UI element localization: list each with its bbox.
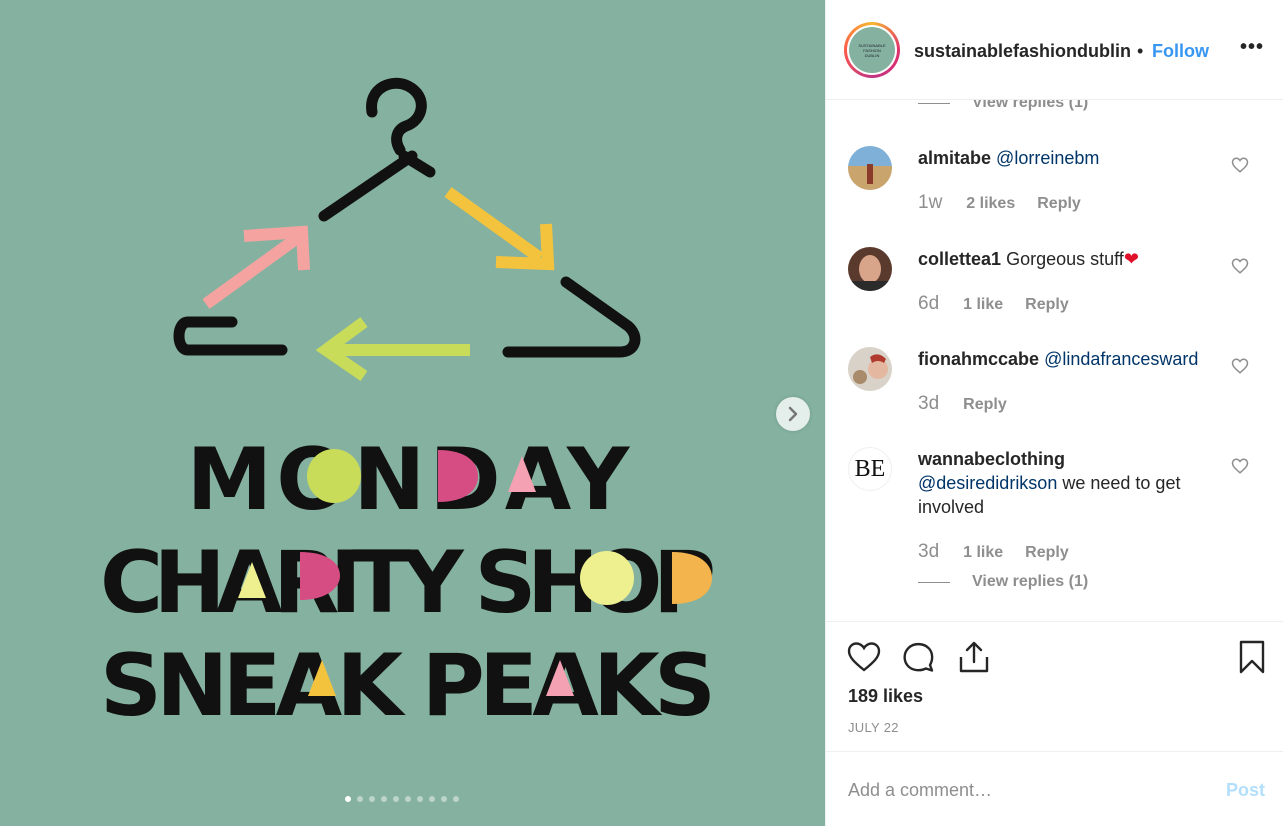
separator-dot: • bbox=[1137, 41, 1144, 61]
post-comment-button[interactable]: Post bbox=[1226, 780, 1265, 801]
carousel-dot bbox=[381, 796, 387, 802]
hanger-hook bbox=[366, 77, 427, 156]
commenter-avatar[interactable] bbox=[848, 247, 892, 291]
reply-button[interactable]: Reply bbox=[1037, 195, 1081, 213]
comment-mention[interactable]: @lorreinebm bbox=[996, 148, 1099, 168]
share-icon[interactable] bbox=[956, 639, 992, 675]
comment-username[interactable]: wannabeclothing bbox=[918, 449, 1065, 469]
add-comment-input[interactable] bbox=[848, 776, 1188, 804]
bookmark-icon[interactable] bbox=[1234, 639, 1270, 675]
reply-button[interactable]: Reply bbox=[1025, 544, 1069, 562]
comments-list[interactable]: View replies (1) almitabe @lorreinebm 1w… bbox=[826, 100, 1283, 620]
comment-likes[interactable]: 1 like bbox=[963, 296, 1003, 314]
post-image[interactable]: MONDAY CHARITY SHOP SNEAK PEAKS bbox=[0, 0, 825, 826]
view-replies-button[interactable]: View replies (1) bbox=[918, 573, 1088, 591]
commenter-avatar[interactable] bbox=[848, 146, 892, 190]
reply-button[interactable]: Reply bbox=[1025, 296, 1069, 314]
comment-username[interactable]: almitabe bbox=[918, 148, 991, 168]
like-comment-heart-icon[interactable] bbox=[1231, 457, 1249, 475]
red-heart-emoji: ❤ bbox=[1123, 249, 1139, 269]
post-header: SUSTAINABLE FASHION DUBLIN sustainablefa… bbox=[826, 0, 1283, 100]
hanger-right-arm bbox=[502, 276, 641, 358]
comment-time[interactable]: 6d bbox=[918, 293, 939, 315]
carousel-dot bbox=[453, 796, 459, 802]
carousel-dot bbox=[393, 796, 399, 802]
like-comment-heart-icon[interactable] bbox=[1231, 257, 1249, 275]
post-actions: 189 likes JULY 22 bbox=[826, 621, 1283, 751]
author-avatar[interactable]: SUSTAINABLE FASHION DUBLIN bbox=[844, 22, 900, 78]
like-comment-heart-icon[interactable] bbox=[1231, 156, 1249, 174]
carousel-dot bbox=[441, 796, 447, 802]
post-title-line-3: SNEAK PEAKS bbox=[100, 636, 720, 736]
comment-username[interactable]: fionahmccabe bbox=[918, 349, 1039, 369]
carousel-dot bbox=[417, 796, 423, 802]
hanger-bottom-left bbox=[173, 316, 288, 356]
comment-mention[interactable]: @desiredidrikson bbox=[918, 473, 1057, 493]
hanger-left-arm bbox=[318, 150, 418, 222]
follow-button[interactable]: Follow bbox=[1152, 41, 1209, 62]
more-options-icon[interactable]: ••• bbox=[1240, 36, 1264, 59]
comment-username[interactable]: collettea1 bbox=[918, 249, 1001, 269]
charity-shop-graphic: MONDAY CHARITY SHOP SNEAK PEAKS bbox=[100, 77, 720, 736]
carousel-dot bbox=[357, 796, 363, 802]
chevron-right-icon bbox=[788, 406, 798, 422]
comment-time[interactable]: 3d bbox=[918, 393, 939, 415]
commenter-avatar[interactable] bbox=[848, 347, 892, 391]
commenter-avatar[interactable]: BE bbox=[848, 447, 892, 491]
add-comment-bar: Post bbox=[826, 751, 1283, 826]
likes-count[interactable]: 189 likes bbox=[848, 686, 923, 707]
carousel-dot bbox=[405, 796, 411, 802]
carousel-dot bbox=[429, 796, 435, 802]
next-slide-button[interactable] bbox=[776, 397, 810, 431]
comment-text: Gorgeous stuff bbox=[1006, 249, 1124, 269]
author-username[interactable]: sustainablefashiondublin bbox=[914, 41, 1131, 62]
post-side-panel: SUSTAINABLE FASHION DUBLIN sustainablefa… bbox=[825, 0, 1283, 826]
comment-likes[interactable]: 1 like bbox=[963, 544, 1003, 562]
view-replies-button[interactable]: View replies (1) bbox=[918, 100, 1088, 112]
arrow-yellow bbox=[444, 187, 544, 263]
view-replies-label: View replies (1) bbox=[972, 100, 1089, 111]
avatar-text: DUBLIN bbox=[864, 52, 880, 58]
comment-time[interactable]: 1w bbox=[918, 192, 942, 214]
carousel-dot bbox=[369, 796, 375, 802]
reply-button[interactable]: Reply bbox=[963, 396, 1007, 414]
arrow-pink bbox=[202, 231, 304, 309]
comment-likes[interactable]: 2 likes bbox=[966, 195, 1015, 213]
comment-time[interactable]: 3d bbox=[918, 541, 939, 563]
view-replies-label: View replies (1) bbox=[972, 573, 1089, 590]
comment-mention[interactable]: @lindafrancesward bbox=[1044, 349, 1198, 369]
carousel-indicator bbox=[345, 796, 459, 802]
like-heart-icon[interactable] bbox=[846, 639, 882, 675]
like-comment-heart-icon[interactable] bbox=[1231, 357, 1249, 375]
post-title-line-1: MONDAY bbox=[187, 430, 634, 530]
avatar-text: BE bbox=[854, 455, 886, 482]
post-date[interactable]: JULY 22 bbox=[848, 720, 899, 735]
comment-bubble-icon[interactable] bbox=[900, 639, 936, 675]
carousel-dot bbox=[345, 796, 351, 802]
